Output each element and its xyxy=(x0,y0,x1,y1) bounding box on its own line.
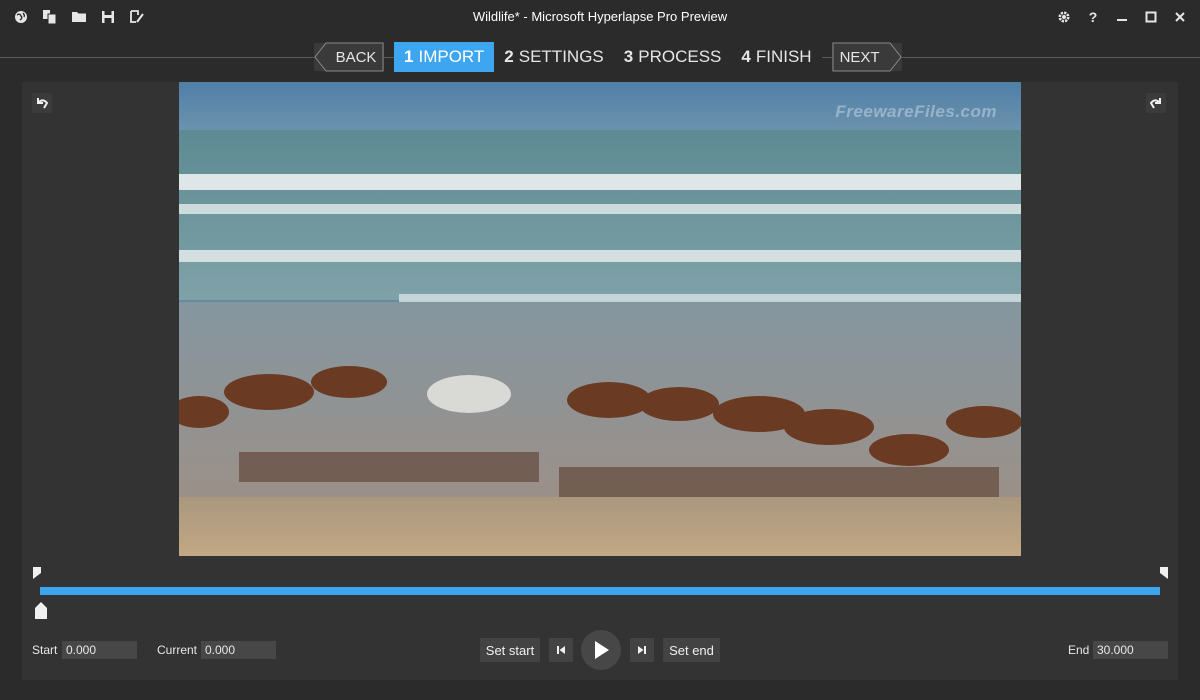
rotate-right-button[interactable] xyxy=(1146,93,1166,113)
rotate-right-icon xyxy=(1149,98,1161,109)
help-icon[interactable]: ? xyxy=(1083,8,1103,26)
next-label: NEXT xyxy=(839,48,880,66)
skip-to-end-button[interactable] xyxy=(630,638,654,662)
step-label: PROCESS xyxy=(638,47,722,66)
skip-to-start-button[interactable] xyxy=(549,638,573,662)
play-button[interactable] xyxy=(581,630,621,670)
step-label: IMPORT xyxy=(418,47,485,66)
tab-settings[interactable]: 2 SETTINGS xyxy=(494,42,614,72)
rotate-left-icon xyxy=(37,98,49,109)
set-end-button[interactable]: Set end xyxy=(663,638,720,662)
tab-finish[interactable]: 4 FINISH xyxy=(731,42,822,72)
start-field[interactable]: 0.000 xyxy=(62,641,137,659)
skip-back-icon xyxy=(557,646,565,654)
set-start-button[interactable]: Set start xyxy=(480,638,540,662)
step-label: FINISH xyxy=(755,47,812,66)
back-button[interactable]: BACK xyxy=(314,42,384,72)
watermark-text: FreewareFiles.com xyxy=(835,102,997,121)
trim-end-marker[interactable] xyxy=(1159,566,1169,579)
skip-forward-icon xyxy=(638,646,646,654)
back-label: BACK xyxy=(335,48,377,66)
video-preview: FreewareFiles.com xyxy=(179,82,1021,556)
end-label: End xyxy=(1068,643,1090,657)
step-number: 3 xyxy=(623,47,634,66)
step-label: SETTINGS xyxy=(518,47,604,66)
window-title: Wildlife* - Microsoft Hyperlapse Pro Pre… xyxy=(472,9,728,24)
next-button[interactable]: NEXT xyxy=(831,42,902,72)
step-number: 1 xyxy=(404,47,414,66)
window-controls: ? xyxy=(1054,8,1190,26)
start-label: Start xyxy=(32,643,58,657)
step-number: 2 xyxy=(504,47,514,66)
wizard-nav: BACK 1 IMPORT 2 SETTINGS 3 PROCESS 4 FIN… xyxy=(314,42,902,72)
end-field[interactable]: 30.000 xyxy=(1093,641,1168,659)
maximize-icon[interactable] xyxy=(1141,8,1161,26)
trim-start-marker[interactable] xyxy=(32,566,42,579)
video-frame-image xyxy=(179,82,1021,556)
playhead-handle[interactable] xyxy=(34,602,48,620)
rotate-left-button[interactable] xyxy=(32,93,52,113)
minimize-icon[interactable] xyxy=(1112,8,1132,26)
close-icon[interactable] xyxy=(1170,8,1190,26)
settings-icon[interactable] xyxy=(1054,8,1074,26)
play-icon xyxy=(595,641,609,659)
title-bar: Wildlife* - Microsoft Hyperlapse Pro Pre… xyxy=(0,0,1200,34)
timeline-bar[interactable] xyxy=(40,587,1160,595)
main-panel: FreewareFiles.com Start 0.000 Current 0.… xyxy=(22,82,1178,680)
current-field[interactable]: 0.000 xyxy=(201,641,276,659)
current-label: Current xyxy=(157,643,198,657)
step-number: 4 xyxy=(741,47,751,66)
tab-process[interactable]: 3 PROCESS xyxy=(613,42,732,72)
tab-import[interactable]: 1 IMPORT xyxy=(394,42,495,72)
